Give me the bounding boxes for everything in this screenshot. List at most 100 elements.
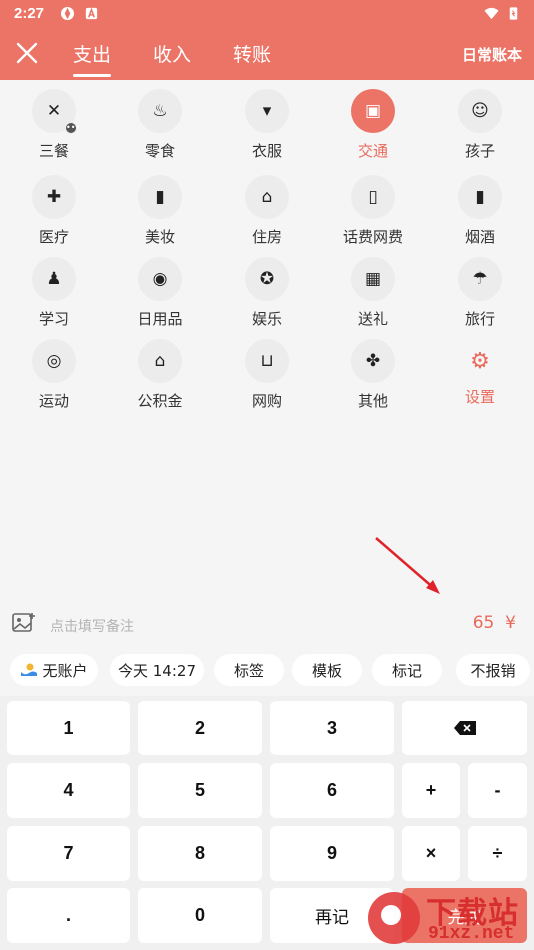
wifi-icon — [484, 7, 499, 20]
watermark-logo: 下载站 91xz.net — [368, 888, 534, 950]
key-1[interactable]: 1 — [7, 701, 130, 755]
lipstick-icon: ▮ — [138, 175, 182, 219]
backspace-key[interactable] — [402, 701, 527, 755]
amount-value: 65 — [472, 613, 495, 633]
category-grid: ✕ ••• 三餐 ♨ 零食 ▾ 衣服 ▣ 交通 ☺ 孩子 ✚ 医疗 ▮ 美妆 ⌂ … — [0, 80, 534, 420]
category-label: 设置 — [464, 388, 495, 406]
multiply-key[interactable]: × — [402, 826, 460, 881]
amount-display: 65 ¥ — [473, 613, 516, 633]
category-tobacco-alcohol[interactable]: ▮ 烟酒 — [427, 166, 533, 248]
category-medical[interactable]: ✚ 医疗 — [1, 166, 107, 248]
dot-key[interactable]: . — [7, 888, 130, 943]
category-label: 其他 — [357, 392, 388, 410]
tag-chip[interactable]: 标签 — [214, 654, 284, 686]
option-chips: 无账户 今天 14:27 标签 模板 标记 不报销 — [0, 654, 534, 688]
app-notification-icon — [60, 6, 75, 21]
category-label: 运动 — [38, 392, 69, 410]
category-label: 零食 — [144, 142, 175, 160]
grid-icon: ✤ — [351, 339, 395, 383]
category-label: 旅行 — [464, 310, 495, 328]
category-label: 学习 — [38, 310, 69, 328]
backspace-icon — [453, 721, 476, 735]
key-3[interactable]: 3 — [270, 701, 394, 755]
key-8[interactable]: 8 — [138, 826, 262, 881]
category-label: 三餐 — [38, 142, 69, 160]
key-6[interactable]: 6 — [270, 763, 394, 818]
watermark-icon — [368, 892, 420, 944]
top-bar: 支出 收入 转账 日常账本 — [0, 28, 534, 80]
category-settings[interactable]: ⚙ 设置 — [427, 330, 533, 412]
date-chip[interactable]: 今天 14:27 — [110, 654, 204, 686]
account-book-selector[interactable]: 日常账本 — [462, 44, 522, 65]
category-daily-goods[interactable]: ◉ 日用品 — [107, 248, 213, 330]
gear-icon: ⚙ — [470, 348, 490, 374]
category-kids[interactable]: ☺ 孩子 — [427, 80, 533, 162]
student-icon: ♟ — [32, 257, 76, 301]
shirt-icon: ▾ — [245, 89, 289, 133]
key-0[interactable]: 0 — [138, 888, 262, 943]
film-icon: ✪ — [245, 257, 289, 301]
category-label: 医疗 — [38, 228, 69, 246]
no-reimburse-chip[interactable]: 不报销 — [456, 654, 530, 686]
category-label: 住房 — [251, 228, 282, 246]
category-online-shopping[interactable]: ⊔ 网购 — [214, 330, 320, 412]
key-5[interactable]: 5 — [138, 763, 262, 818]
category-label: 娱乐 — [251, 310, 282, 328]
divide-key[interactable]: ÷ — [468, 826, 527, 881]
cart-icon: ⊔ — [245, 339, 289, 383]
phone-icon: ▯ — [351, 175, 395, 219]
tab-income[interactable]: 收入 — [153, 40, 191, 67]
key-9[interactable]: 9 — [270, 826, 394, 881]
category-clothes[interactable]: ▾ 衣服 — [214, 80, 320, 162]
gift-icon: ▦ — [351, 257, 395, 301]
category-phone-bill[interactable]: ▯ 话费网费 — [320, 166, 426, 248]
category-transport[interactable]: ▣ 交通 — [320, 80, 426, 162]
account-label: 无账户 — [42, 661, 88, 680]
category-other[interactable]: ✤ 其他 — [320, 330, 426, 412]
template-chip[interactable]: 模板 — [292, 654, 362, 686]
key-7[interactable]: 7 — [7, 826, 130, 881]
utensils-icon: ✕ ••• — [32, 89, 80, 134]
note-input[interactable]: 点击填写备注 — [50, 616, 134, 636]
key-2[interactable]: 2 — [138, 701, 262, 755]
bottle-icon: ▮ — [458, 175, 502, 219]
category-gifts[interactable]: ▦ 送礼 — [320, 248, 426, 330]
category-travel[interactable]: ☂ 旅行 — [427, 248, 533, 330]
currency-symbol: ¥ — [505, 613, 516, 633]
category-label: 公积金 — [137, 392, 183, 410]
category-label: 日用品 — [137, 310, 183, 328]
category-snacks[interactable]: ♨ 零食 — [107, 80, 213, 162]
fund-icon: ⌂ — [138, 339, 182, 383]
tab-expense[interactable]: 支出 — [73, 40, 112, 77]
category-label: 网购 — [251, 392, 282, 410]
category-entertainment[interactable]: ✪ 娱乐 — [214, 248, 320, 330]
baby-icon: ☺ — [458, 89, 502, 133]
category-label: 衣服 — [251, 142, 282, 160]
plus-key[interactable]: + — [402, 763, 460, 818]
category-label: 烟酒 — [464, 228, 495, 246]
a-notification-icon — [85, 7, 98, 20]
close-icon[interactable] — [14, 40, 40, 66]
mark-chip[interactable]: 标记 — [372, 654, 442, 686]
category-meals[interactable]: ✕ ••• 三餐 — [1, 80, 107, 162]
image-icon[interactable] — [12, 612, 36, 634]
category-study[interactable]: ♟ 学习 — [1, 248, 107, 330]
key-4[interactable]: 4 — [7, 763, 130, 818]
status-time: 2:27 — [14, 5, 45, 22]
house-icon: ⌂ — [245, 175, 289, 219]
cupcake-icon: ♨ — [138, 89, 182, 133]
category-label: 送礼 — [357, 310, 388, 328]
note-row: 点击填写备注 65 ¥ — [0, 604, 534, 644]
wallet-icon — [21, 663, 38, 676]
watermark-domain: 91xz.net — [428, 924, 515, 944]
status-bar: 2:27 — [0, 0, 534, 28]
tab-transfer[interactable]: 转账 — [233, 40, 271, 67]
category-housing-fund[interactable]: ⌂ 公积金 — [107, 330, 213, 412]
category-sports[interactable]: ◎ 运动 — [1, 330, 107, 412]
minus-key[interactable]: - — [468, 763, 527, 818]
account-chip[interactable]: 无账户 — [10, 654, 98, 686]
bicycle-icon: ◎ — [32, 339, 76, 383]
category-label: 孩子 — [464, 142, 495, 160]
category-beauty[interactable]: ▮ 美妆 — [107, 166, 213, 248]
category-housing[interactable]: ⌂ 住房 — [214, 166, 320, 248]
